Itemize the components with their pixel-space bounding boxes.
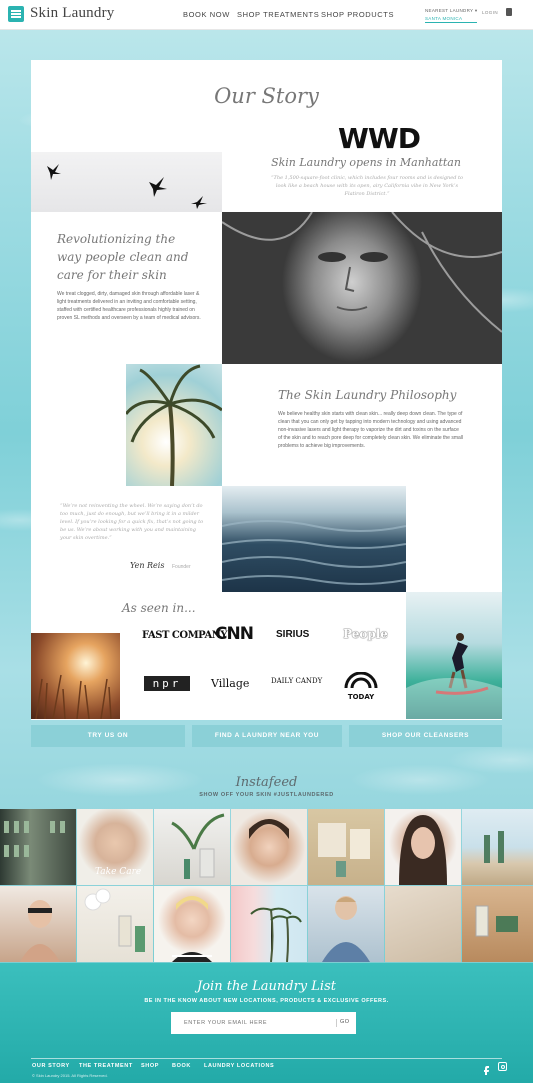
nearest-laundry-select[interactable]: NEAREST LAUNDRY ▾ SANTA MONICA: [425, 8, 477, 23]
nav-shop-products[interactable]: SHOP PRODUCTS: [321, 10, 394, 19]
surfer-photo: [406, 592, 502, 719]
email-divider: [336, 1019, 337, 1027]
go-button[interactable]: GO: [340, 1019, 350, 1025]
press-daily-candy: DAILY CANDY: [271, 677, 323, 685]
instagram-tile[interactable]: [77, 886, 153, 962]
instagram-icon[interactable]: [498, 1062, 507, 1071]
site-logo[interactable]: Skin Laundry: [30, 5, 114, 22]
instagram-handwriting: Take Care: [95, 867, 142, 877]
philosophy-body: We believe healthy skin starts with clea…: [278, 411, 464, 449]
as-seen-in-heading: As seen in...: [122, 601, 196, 615]
press-village: Village: [211, 677, 250, 690]
instagram-tile[interactable]: [308, 886, 384, 962]
instagram-tile[interactable]: [231, 809, 307, 885]
login-link[interactable]: LOGIN: [482, 10, 498, 15]
palm-tree-photo: [126, 364, 222, 486]
email-input[interactable]: [172, 1013, 332, 1033]
instagram-tile[interactable]: [154, 809, 230, 885]
wwd-quote: “The 1,500-square-foot clinic, which inc…: [270, 175, 464, 197]
hamburger-menu-icon[interactable]: [8, 6, 24, 22]
nearest-laundry-value: SANTA MONICA: [425, 16, 477, 23]
instagram-tile[interactable]: [462, 886, 533, 962]
woman-portrait-photo: [222, 212, 502, 364]
nav-shop-treatments[interactable]: SHOP TREATMENTS: [237, 10, 319, 19]
press-today: TODAY: [347, 693, 375, 701]
shop-cleansers-button[interactable]: SHOP OUR CLEANSERS: [349, 725, 502, 747]
ocean-water-photo: [222, 486, 406, 592]
press-npr: npr: [144, 676, 190, 691]
instagram-tile[interactable]: [0, 809, 76, 885]
instagram-tile[interactable]: [308, 809, 384, 885]
nearest-laundry-label: NEAREST LAUNDRY ▾: [425, 8, 478, 13]
wwd-logo: WWD: [338, 122, 421, 155]
footer-link-our-story[interactable]: OUR STORY: [32, 1063, 70, 1069]
philosophy-heading: The Skin Laundry Philosophy: [278, 388, 457, 402]
nav-book-now[interactable]: BOOK NOW: [183, 10, 230, 19]
footer-link-book[interactable]: BOOK: [172, 1063, 191, 1069]
revolutionizing-heading: Revolutionizing the way people clean and…: [57, 232, 189, 282]
copyright-text: © Skin Laundry 2015. All Rights Reserved…: [32, 1073, 108, 1078]
footer-link-locations[interactable]: LAUNDRY LOCATIONS: [204, 1063, 274, 1069]
founder-label: Founder: [172, 564, 191, 570]
page-title: Our Story: [214, 84, 319, 108]
wwd-headline: Skin Laundry opens in Manhattan: [271, 156, 461, 169]
press-people: People: [343, 627, 388, 641]
signup-subtitle: BE IN THE KNOW ABOUT NEW LOCATIONS, PROD…: [144, 998, 389, 1004]
shopping-bag-icon[interactable]: [506, 8, 512, 16]
instagram-tile[interactable]: [385, 809, 461, 885]
email-signup-form: GO: [171, 1012, 356, 1034]
instafeed-subtitle: SHOW OFF YOUR SKIN #JUSTLAUNDERED: [199, 792, 334, 798]
founder-quote: “We’re not reinventing the wheel. We’re …: [60, 503, 204, 541]
instagram-tile[interactable]: [385, 886, 461, 962]
birds-photo: [31, 152, 222, 212]
instafeed-heading: Instafeed: [235, 775, 298, 790]
press-sirius: SIRIUS: [276, 629, 310, 640]
footer-link-treatment[interactable]: THE TREATMENT: [79, 1063, 133, 1069]
press-cnn: CNN: [215, 624, 254, 644]
instagram-tile[interactable]: Take Care: [77, 809, 153, 885]
instagram-tile[interactable]: [0, 886, 76, 962]
footer-link-shop[interactable]: SHOP: [141, 1063, 159, 1069]
find-laundry-button[interactable]: FIND A LAUNDRY NEAR YOU: [192, 725, 342, 747]
footer-divider: [31, 1058, 502, 1059]
instagram-tile[interactable]: [154, 886, 230, 962]
founder-signature: Yen Reis: [130, 561, 165, 570]
try-us-on-button[interactable]: TRY US ON: [31, 725, 185, 747]
signup-heading: Join the Laundry List: [197, 979, 336, 994]
facebook-icon[interactable]: [483, 1062, 489, 1075]
press-today-logo: TODAY: [344, 671, 378, 701]
instagram-tile[interactable]: [462, 809, 533, 885]
instagram-tile[interactable]: [231, 886, 307, 962]
sunset-grass-photo: [31, 633, 120, 719]
revolutionizing-body: We treat clogged, dirty, damaged skin th…: [57, 291, 201, 321]
